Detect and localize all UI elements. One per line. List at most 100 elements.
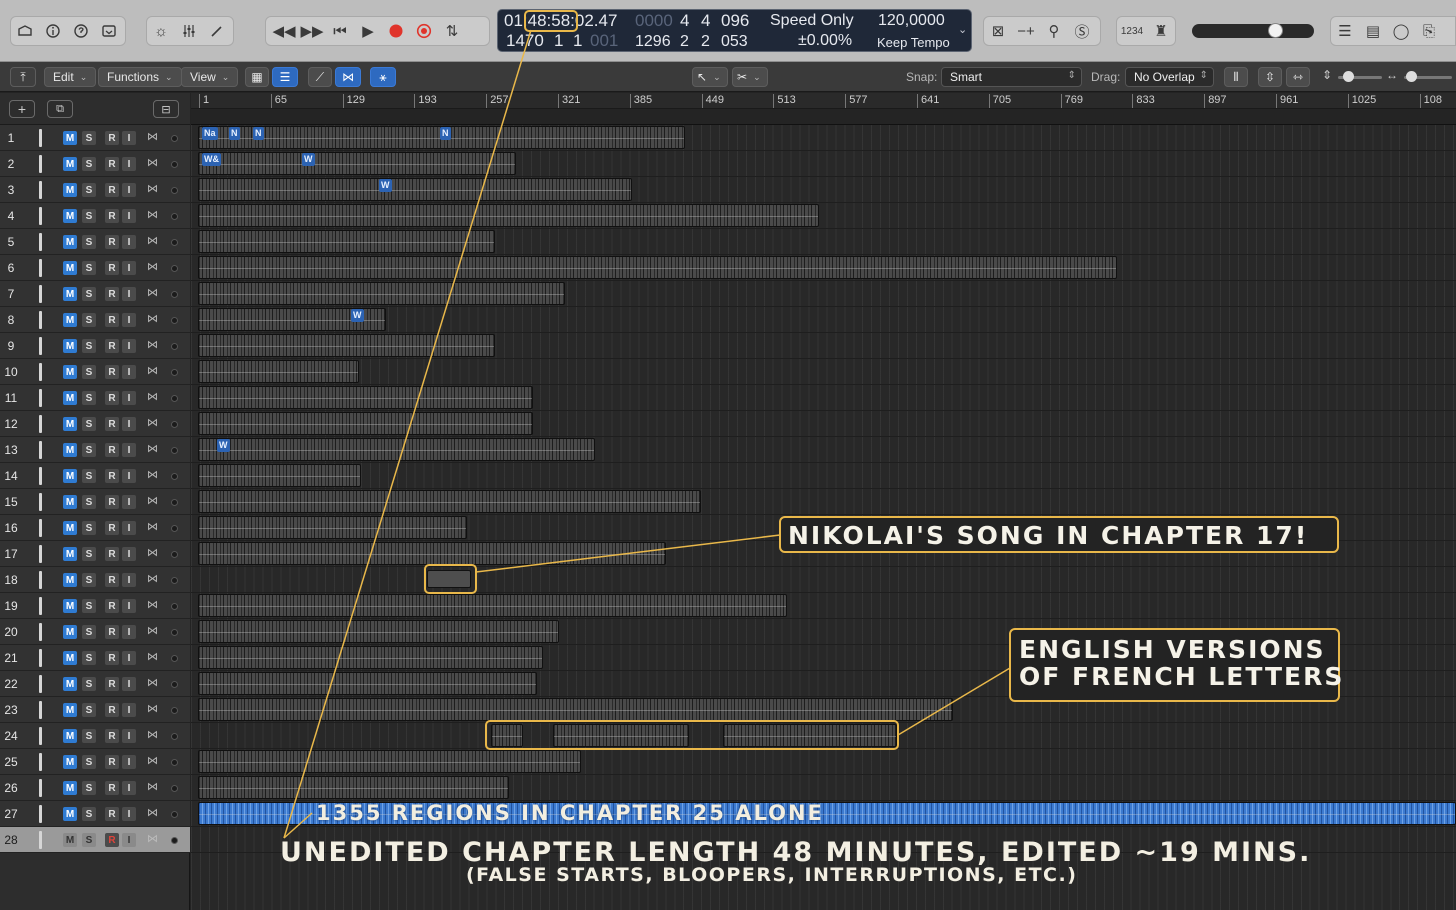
- input-monitor-button[interactable]: I: [122, 287, 136, 301]
- record-enable-button[interactable]: R: [105, 157, 119, 171]
- track-lane[interactable]: [191, 411, 1456, 437]
- solo-button[interactable]: S: [82, 443, 96, 457]
- mute-button[interactable]: M: [63, 417, 77, 431]
- audio-region-group[interactable]: [198, 152, 516, 175]
- mute-button[interactable]: M: [63, 807, 77, 821]
- solo-button[interactable]: S: [82, 625, 96, 639]
- audio-region-group[interactable]: [198, 464, 361, 487]
- track-header-row[interactable]: 20 M S R I ⋈: [0, 619, 190, 645]
- view-menu[interactable]: View ⌄: [181, 67, 239, 87]
- input-monitor-button[interactable]: I: [122, 781, 136, 795]
- track-lane[interactable]: [191, 359, 1456, 385]
- master-volume-knob[interactable]: [1268, 23, 1283, 38]
- input-monitor-button[interactable]: I: [122, 495, 136, 509]
- flex-toggle-icon[interactable]: ⋈: [146, 391, 159, 404]
- record-enable-button[interactable]: R: [105, 547, 119, 561]
- record-enable-button[interactable]: R: [105, 781, 119, 795]
- solo-button[interactable]: S: [82, 313, 96, 327]
- track-lane[interactable]: W: [191, 307, 1456, 333]
- input-monitor-button[interactable]: I: [122, 625, 136, 639]
- track-header-row[interactable]: 4 M S R I ⋈: [0, 203, 190, 229]
- mute-button[interactable]: M: [63, 287, 77, 301]
- solo-button[interactable]: S: [82, 261, 96, 275]
- record-enable-button[interactable]: R: [105, 131, 119, 145]
- track-view-icon[interactable]: ☰: [272, 67, 298, 87]
- solo-button[interactable]: S: [82, 287, 96, 301]
- solo-button[interactable]: S: [82, 209, 96, 223]
- mute-button[interactable]: M: [63, 703, 77, 717]
- audio-region-group[interactable]: [198, 178, 632, 201]
- count-in-button[interactable]: 1234: [1117, 17, 1147, 45]
- flex-toggle-icon[interactable]: ⋈: [146, 183, 159, 196]
- region-name-tag[interactable]: W: [379, 179, 392, 192]
- audio-region-group[interactable]: [198, 672, 537, 695]
- input-monitor-button[interactable]: I: [122, 339, 136, 353]
- flex-toggle-icon[interactable]: ⋈: [146, 599, 159, 612]
- track-header-row[interactable]: 19 M S R I ⋈: [0, 593, 190, 619]
- fast-forward-icon[interactable]: ▶▶: [298, 17, 326, 45]
- flex-toggle-icon[interactable]: ⋈: [146, 729, 159, 742]
- track-lane[interactable]: [191, 385, 1456, 411]
- record-enable-button[interactable]: R: [105, 807, 119, 821]
- solo-button[interactable]: S: [82, 417, 96, 431]
- track-header-row[interactable]: 22 M S R I ⋈: [0, 671, 190, 697]
- record-enable-button[interactable]: R: [105, 495, 119, 509]
- track-lane[interactable]: [191, 463, 1456, 489]
- vertical-zoom-icon[interactable]: ⇳: [1258, 67, 1282, 87]
- input-monitor-button[interactable]: I: [122, 365, 136, 379]
- mute-button[interactable]: M: [63, 781, 77, 795]
- audio-region-group[interactable]: [198, 360, 359, 383]
- quick-help-icon[interactable]: [67, 17, 95, 45]
- region-name-tag[interactable]: N: [253, 127, 264, 140]
- flex-toggle-icon[interactable]: ⋈: [146, 755, 159, 768]
- scissor-snap-icon[interactable]: ⚹: [370, 67, 396, 87]
- flex-toggle-icon[interactable]: ⋈: [146, 495, 159, 508]
- audio-region-group[interactable]: [198, 776, 509, 799]
- mute-button[interactable]: M: [63, 677, 77, 691]
- flex-toggle-icon[interactable]: ⋈: [146, 235, 159, 248]
- solo-button[interactable]: S: [82, 183, 96, 197]
- audio-region-group[interactable]: [198, 282, 565, 305]
- input-monitor-button[interactable]: I: [122, 703, 136, 717]
- solo-button[interactable]: S: [82, 677, 96, 691]
- record-enable-button[interactable]: R: [105, 235, 119, 249]
- solo-button[interactable]: S: [82, 729, 96, 743]
- mute-button[interactable]: M: [63, 443, 77, 457]
- input-monitor-button[interactable]: I: [122, 209, 136, 223]
- toolbar-icon[interactable]: [95, 17, 123, 45]
- solo-button[interactable]: S: [82, 391, 96, 405]
- edit-menu[interactable]: Edit ⌄: [44, 67, 97, 87]
- flex-toggle-icon[interactable]: ⋈: [146, 807, 159, 820]
- flex-toggle-icon[interactable]: ⋈: [146, 417, 159, 430]
- drag-select[interactable]: No Overlap: [1125, 67, 1214, 87]
- solo-button[interactable]: S: [82, 339, 96, 353]
- horizontal-zoom-icon[interactable]: ⇿: [1286, 67, 1310, 87]
- solo-button[interactable]: S: [82, 807, 96, 821]
- mute-button[interactable]: M: [63, 261, 77, 275]
- track-header-row[interactable]: 6 M S R I ⋈: [0, 255, 190, 281]
- solo-button[interactable]: S: [82, 547, 96, 561]
- autopunch-icon[interactable]: −+: [1012, 17, 1040, 45]
- record-enable-button[interactable]: R: [105, 521, 119, 535]
- record-enable-button[interactable]: R: [105, 261, 119, 275]
- track-lane[interactable]: W& W: [191, 151, 1456, 177]
- track-header-row[interactable]: 2 M S R I ⋈: [0, 151, 190, 177]
- record-enable-button[interactable]: R: [105, 625, 119, 639]
- input-monitor-button[interactable]: I: [122, 157, 136, 171]
- track-header-row[interactable]: 9 M S R I ⋈: [0, 333, 190, 359]
- solo-button[interactable]: S: [82, 521, 96, 535]
- waveform-zoom-icon[interactable]: ⦀: [1224, 67, 1248, 87]
- track-header-row[interactable]: 1 M S R I ⋈: [0, 125, 190, 151]
- audio-region-group[interactable]: [198, 204, 819, 227]
- input-monitor-button[interactable]: I: [122, 651, 136, 665]
- mute-button[interactable]: M: [63, 729, 77, 743]
- mixer-icon[interactable]: [175, 17, 203, 45]
- audio-region-group[interactable]: [198, 386, 533, 409]
- global-tracks-button[interactable]: ⊟: [153, 100, 179, 118]
- track-header-row[interactable]: 28 M S R I ⋈: [0, 827, 190, 853]
- solo-button[interactable]: S: [82, 469, 96, 483]
- chevron-down-icon[interactable]: ⌄: [958, 23, 967, 36]
- solo-button[interactable]: S: [82, 833, 96, 847]
- mute-button[interactable]: M: [63, 339, 77, 353]
- flex-toggle-icon[interactable]: ⋈: [146, 157, 159, 170]
